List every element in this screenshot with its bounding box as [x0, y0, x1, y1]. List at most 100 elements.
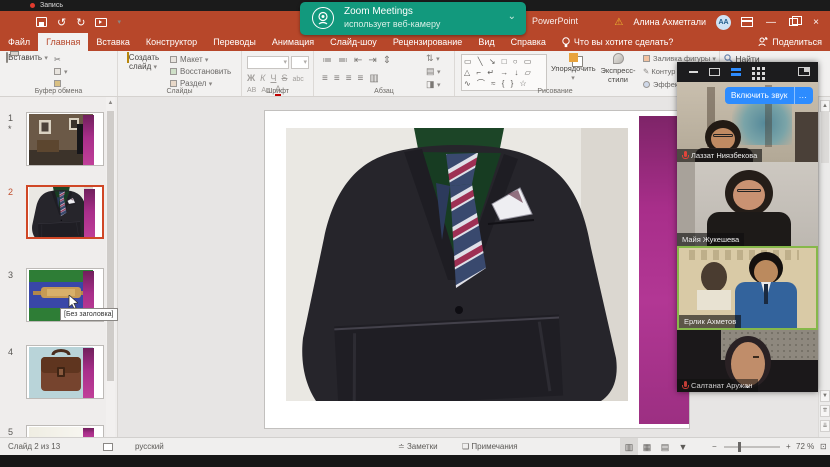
undo-icon[interactable]: ↺	[57, 16, 66, 29]
decrease-indent-button[interactable]: ⇤	[354, 55, 368, 66]
arrange-icon	[569, 53, 578, 62]
slide-number: 4	[8, 347, 13, 357]
shapes-gallery[interactable]: ▭ ╲ ↘ □ ○ ▭ △ ⌐ ↵ → ↓ ▱ ∿ ⌒ ≈ { } ☆	[461, 54, 547, 91]
restore-button[interactable]	[789, 18, 798, 26]
zoom-out-button[interactable]: −	[712, 438, 717, 456]
slide-thumbnail-5[interactable]	[26, 425, 104, 437]
video-tile-4[interactable]: Салтанат Аружан ⌄	[677, 330, 818, 392]
cut-button[interactable]: ✂	[54, 55, 61, 64]
video-tile-2[interactable]: Майя Жукешева	[677, 162, 818, 246]
scroll-up-arrow[interactable]: ▲	[106, 97, 115, 109]
speaker-view-icon[interactable]	[709, 68, 720, 76]
group-slides: Создать слайд ▾ Макет ▾ Восстановить Раз…	[118, 51, 242, 96]
comments-toggle[interactable]: ❑ Примечания	[462, 438, 518, 456]
text-shadow-button[interactable]: abc	[292, 76, 303, 83]
save-icon[interactable]	[36, 17, 47, 27]
columns-button[interactable]: ▥	[369, 73, 384, 84]
tab-animations[interactable]: Анимация	[264, 33, 322, 51]
reading-view-button[interactable]: ▤	[656, 438, 674, 456]
notes-toggle[interactable]: ≐ Заметки	[398, 438, 438, 456]
text-direction-button[interactable]: ⇅ ▾	[426, 53, 440, 64]
notification-chevron-icon[interactable]: ⌄	[508, 11, 516, 22]
align-left-button[interactable]: ≡	[322, 73, 334, 84]
tab-translate[interactable]: Переводы	[205, 33, 264, 51]
slide-thumbnail-2-selected[interactable]	[26, 185, 104, 239]
main-scrollbar[interactable]: ▲ ▼ ⇈ ⇊	[818, 97, 830, 437]
scroll-down-button[interactable]: ▼	[820, 390, 830, 402]
video-tile-3-active-speaker[interactable]: Ерлик Ахметов	[677, 246, 818, 330]
reset-button[interactable]: Восстановить	[170, 67, 231, 76]
tab-insert[interactable]: Вставка	[88, 33, 137, 51]
redo-icon[interactable]: ↻	[76, 16, 85, 29]
slide-sorter-button[interactable]: ▦	[638, 438, 656, 456]
tab-home[interactable]: Главная	[38, 33, 88, 51]
italic-button[interactable]: К	[260, 73, 265, 83]
collapse-chevron-icon[interactable]: ⌄	[744, 380, 752, 391]
slide-thumbnail-4[interactable]	[26, 345, 104, 399]
normal-view-button[interactable]: ▥	[620, 438, 638, 456]
align-right-button[interactable]: ≡	[346, 73, 358, 84]
unmute-more-button[interactable]: …	[794, 87, 808, 104]
scroll-thumb[interactable]	[821, 111, 829, 163]
minimize-panel-icon[interactable]	[689, 71, 698, 73]
increase-indent-button[interactable]: ⇥	[368, 55, 382, 66]
ribbon-display-options-icon[interactable]	[741, 17, 753, 27]
zoom-level[interactable]: 72 %	[796, 438, 814, 456]
align-center-button[interactable]: ≡	[334, 73, 346, 84]
numbering-button[interactable]: ≕	[338, 55, 354, 66]
popout-icon[interactable]	[798, 67, 810, 76]
tab-design[interactable]: Конструктор	[138, 33, 205, 51]
bullets-button[interactable]: ≔	[322, 55, 338, 66]
warning-icon[interactable]: ⚠	[614, 17, 623, 28]
close-button[interactable]: ×	[808, 17, 824, 28]
new-slide-button[interactable]: Создать слайд ▾	[122, 53, 164, 72]
tab-slideshow[interactable]: Слайд-шоу	[322, 33, 385, 51]
underline-button[interactable]: Ч	[270, 73, 276, 83]
tab-file[interactable]: Файл	[0, 33, 38, 51]
tab-view[interactable]: Вид	[470, 33, 502, 51]
share-button[interactable]: Поделиться	[758, 33, 822, 51]
zoom-notification[interactable]: Zoom Meetings использует веб-камеру ⌄	[300, 2, 526, 35]
previous-slide-button[interactable]: ⇈	[820, 405, 830, 417]
font-name-combo[interactable]: ▾	[247, 56, 289, 69]
align-text-button[interactable]: ▤ ▾	[426, 66, 441, 77]
arrange-button[interactable]: Упорядочить ▾	[551, 53, 595, 83]
section-button[interactable]: Раздел ▾	[170, 79, 212, 88]
group-label-drawing: Рисование	[495, 88, 615, 95]
paste-button[interactable]: Вставить ▾	[6, 53, 48, 63]
slide-thumbnail-1[interactable]	[26, 112, 104, 166]
fit-slide-button[interactable]: ⊡	[820, 438, 827, 456]
qat-dropdown-icon[interactable]: ▾	[117, 18, 121, 26]
tab-help[interactable]: Справка	[503, 33, 554, 51]
next-slide-button[interactable]: ⇊	[820, 420, 830, 432]
font-size-combo[interactable]: ▾	[291, 56, 309, 69]
language-indicator[interactable]: русский	[135, 438, 164, 456]
unmute-button[interactable]: Включить звук …	[725, 87, 813, 104]
strikethrough-button[interactable]: S	[281, 73, 287, 83]
thumbnails-scrollbar[interactable]: ▲	[106, 97, 115, 437]
layout-icon	[170, 56, 177, 63]
format-painter-button[interactable]	[54, 79, 64, 88]
muted-mic-icon	[682, 381, 688, 390]
tab-review[interactable]: Рецензирование	[385, 33, 471, 51]
grid-view-icon[interactable]	[752, 67, 755, 70]
quick-styles-button[interactable]: Экспресс-стили	[597, 53, 639, 84]
line-spacing-button[interactable]: ⇕	[383, 55, 397, 66]
copy-button[interactable]: ▾	[54, 67, 68, 76]
tell-me-box[interactable]: Что вы хотите сделать?	[554, 33, 682, 51]
gallery-view-icon[interactable]	[731, 68, 741, 71]
zoom-slider-track[interactable]	[724, 446, 780, 448]
zoom-slider-thumb[interactable]	[738, 442, 741, 452]
justify-button[interactable]: ≡	[358, 73, 370, 84]
bold-button[interactable]: Ж	[247, 73, 255, 83]
slide-canvas[interactable]	[264, 110, 690, 429]
slideshow-icon[interactable]	[95, 18, 107, 27]
animation-marker: *	[8, 124, 12, 134]
spellcheck-book-icon[interactable]	[103, 443, 113, 451]
layout-button[interactable]: Макет ▾	[170, 55, 208, 64]
avatar[interactable]: АА	[716, 15, 731, 30]
minimize-button[interactable]: —	[763, 17, 779, 28]
zoom-in-button[interactable]: +	[786, 438, 791, 456]
slideshow-view-button[interactable]: ▼	[674, 438, 692, 456]
account-name[interactable]: Алина Ахметгали	[633, 17, 706, 27]
